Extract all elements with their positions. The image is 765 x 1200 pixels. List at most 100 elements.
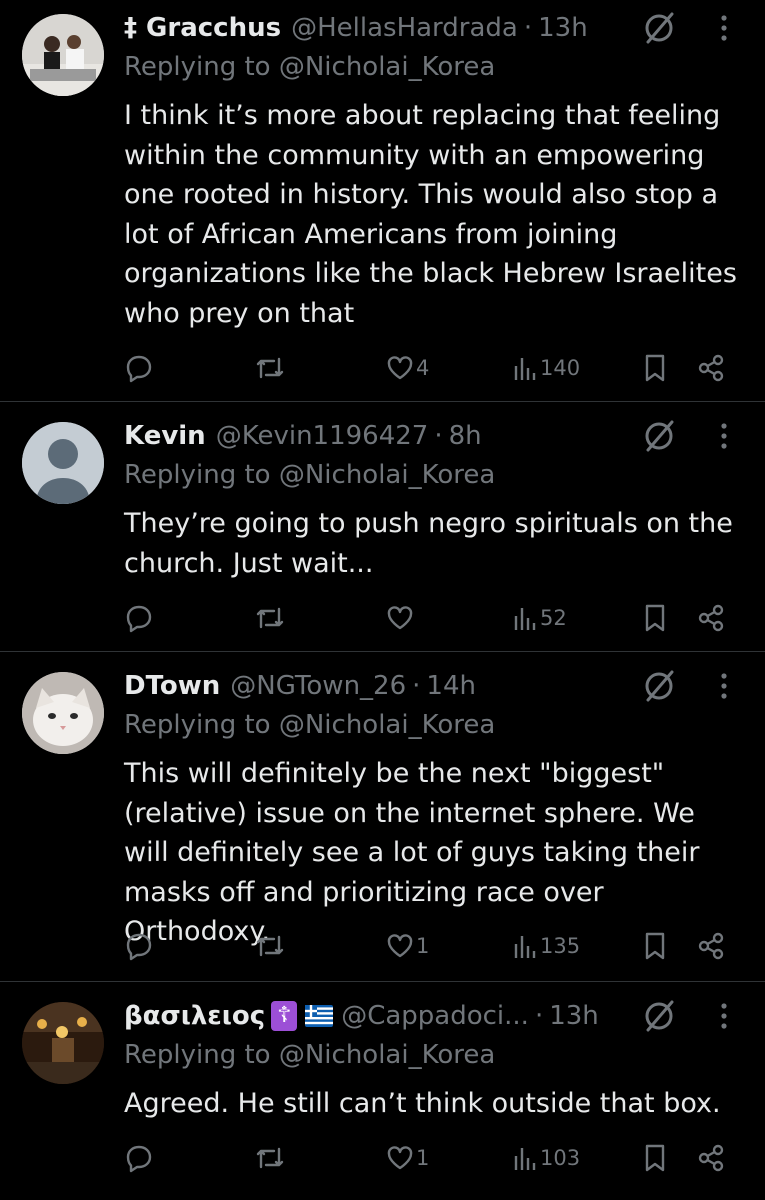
reply-button[interactable] bbox=[124, 926, 154, 966]
avatar[interactable] bbox=[22, 1002, 104, 1084]
separator-dot: · bbox=[412, 671, 421, 701]
display-name[interactable]: ‡ Gracchus bbox=[124, 13, 281, 43]
grok-button[interactable] bbox=[640, 418, 680, 454]
bookmark-button[interactable] bbox=[642, 348, 668, 388]
reply-text: They’re going to push negro spirituals o… bbox=[124, 508, 733, 579]
share-icon bbox=[698, 354, 724, 382]
grok-button[interactable] bbox=[640, 10, 680, 46]
display-name[interactable]: Kevin bbox=[124, 421, 206, 451]
more-button[interactable] bbox=[712, 10, 736, 46]
reply-icon bbox=[126, 355, 152, 383]
grok-icon bbox=[645, 420, 674, 452]
views-icon bbox=[514, 608, 536, 630]
user-handle[interactable]: @NGTown_26 bbox=[230, 671, 406, 701]
more-icon bbox=[721, 423, 727, 449]
bookmark-icon bbox=[645, 604, 665, 632]
user-handle[interactable]: @Cappadoci... bbox=[341, 1001, 529, 1031]
grok-icon bbox=[645, 670, 674, 702]
views-count: 103 bbox=[540, 1146, 581, 1170]
more-icon bbox=[721, 673, 727, 699]
like-count: 1 bbox=[416, 934, 430, 958]
share-button[interactable] bbox=[696, 926, 726, 966]
reply-item-2[interactable]: Kevin @Kevin1196427 · 8h Replying to @Ni… bbox=[0, 402, 765, 652]
share-button[interactable] bbox=[696, 348, 726, 388]
share-icon bbox=[698, 604, 724, 632]
reply-button[interactable] bbox=[124, 1138, 154, 1178]
avatar[interactable] bbox=[22, 672, 104, 754]
timestamp[interactable]: 13h bbox=[538, 13, 588, 43]
retweet-icon bbox=[256, 935, 284, 957]
like-button[interactable]: 4 bbox=[386, 348, 429, 388]
share-button[interactable] bbox=[696, 598, 726, 638]
bookmark-button[interactable] bbox=[642, 1138, 668, 1178]
user-handle[interactable]: @HellasHardrada bbox=[291, 13, 518, 43]
avatar[interactable] bbox=[22, 422, 104, 504]
views-icon bbox=[514, 1148, 536, 1170]
replying-mention[interactable]: @Nicholai_Korea bbox=[279, 710, 495, 740]
user-handle[interactable]: @Kevin1196427 bbox=[216, 421, 429, 451]
grok-button[interactable] bbox=[640, 668, 680, 704]
reply-item-3[interactable]: DTown @NGTown_26 · 14h Replying to @Nich… bbox=[0, 652, 765, 982]
timestamp[interactable]: 14h bbox=[426, 671, 476, 701]
bookmark-button[interactable] bbox=[642, 598, 668, 638]
orthodox-cross-emoji: ☦ bbox=[271, 1001, 298, 1031]
separator-dot: · bbox=[523, 13, 533, 43]
like-button[interactable]: 1 bbox=[386, 926, 429, 966]
retweet-button[interactable] bbox=[254, 598, 286, 638]
replying-mention[interactable]: @Nicholai_Korea bbox=[279, 52, 495, 82]
more-button[interactable] bbox=[712, 418, 736, 454]
retweet-button[interactable] bbox=[254, 348, 286, 388]
reply-icon bbox=[126, 605, 152, 633]
like-count: 1 bbox=[416, 1146, 430, 1170]
timestamp[interactable]: 8h bbox=[449, 421, 482, 451]
replying-mention[interactable]: @Nicholai_Korea bbox=[279, 1040, 495, 1070]
share-button[interactable] bbox=[696, 1138, 726, 1178]
action-bar: 4 140 bbox=[124, 348, 734, 388]
views-button[interactable]: 52 bbox=[512, 598, 567, 638]
retweet-button[interactable] bbox=[254, 1138, 286, 1178]
retweet-icon bbox=[256, 607, 284, 629]
grok-button[interactable] bbox=[640, 998, 680, 1034]
bookmark-icon bbox=[645, 932, 665, 960]
reply-button[interactable] bbox=[124, 348, 154, 388]
replying-label: Replying to bbox=[124, 460, 271, 490]
greece-flag-icon bbox=[305, 1005, 334, 1027]
replying-mention[interactable]: @Nicholai_Korea bbox=[279, 460, 495, 490]
views-button[interactable]: 135 bbox=[512, 926, 580, 966]
like-count: 4 bbox=[416, 356, 430, 380]
reply-item-4[interactable]: βασιλειος ☦ @Cappadoci... · 13h Replying… bbox=[0, 982, 765, 1200]
cat-avatar-icon bbox=[22, 672, 104, 754]
like-icon bbox=[387, 356, 413, 380]
timestamp[interactable]: 13h bbox=[549, 1001, 599, 1031]
separator-dot: · bbox=[434, 421, 443, 451]
display-name[interactable]: βασιλειος bbox=[124, 1001, 265, 1031]
reply-icon bbox=[126, 1145, 152, 1173]
views-icon bbox=[514, 936, 536, 958]
replying-label: Replying to bbox=[124, 1040, 271, 1070]
reply-text: I think it’s more about replacing that f… bbox=[124, 100, 737, 329]
reply-item-1[interactable]: ‡ Gracchus @HellasHardrada · 13h Replyin… bbox=[0, 0, 765, 402]
avatar[interactable] bbox=[22, 14, 104, 96]
like-button[interactable]: 1 bbox=[386, 1138, 429, 1178]
more-icon bbox=[721, 15, 727, 41]
share-icon bbox=[698, 932, 724, 960]
retweet-button[interactable] bbox=[254, 926, 286, 966]
bookmark-icon bbox=[645, 354, 665, 382]
like-button[interactable] bbox=[386, 598, 416, 638]
church-avatar-icon bbox=[22, 1002, 104, 1084]
views-icon bbox=[514, 358, 536, 380]
replying-label: Replying to bbox=[124, 52, 271, 82]
more-button[interactable] bbox=[712, 998, 736, 1034]
retweet-icon bbox=[256, 357, 284, 379]
more-button[interactable] bbox=[712, 668, 736, 704]
replying-to: Replying to @Nicholai_Korea bbox=[124, 710, 495, 740]
replying-to: Replying to @Nicholai_Korea bbox=[124, 460, 495, 490]
action-bar: 1 103 bbox=[124, 1138, 734, 1178]
like-icon bbox=[387, 606, 413, 630]
views-button[interactable]: 140 bbox=[512, 348, 580, 388]
views-button[interactable]: 103 bbox=[512, 1138, 580, 1178]
display-name[interactable]: DTown bbox=[124, 671, 220, 701]
reply-button[interactable] bbox=[124, 598, 154, 638]
grok-icon bbox=[645, 1000, 674, 1032]
bookmark-button[interactable] bbox=[642, 926, 668, 966]
